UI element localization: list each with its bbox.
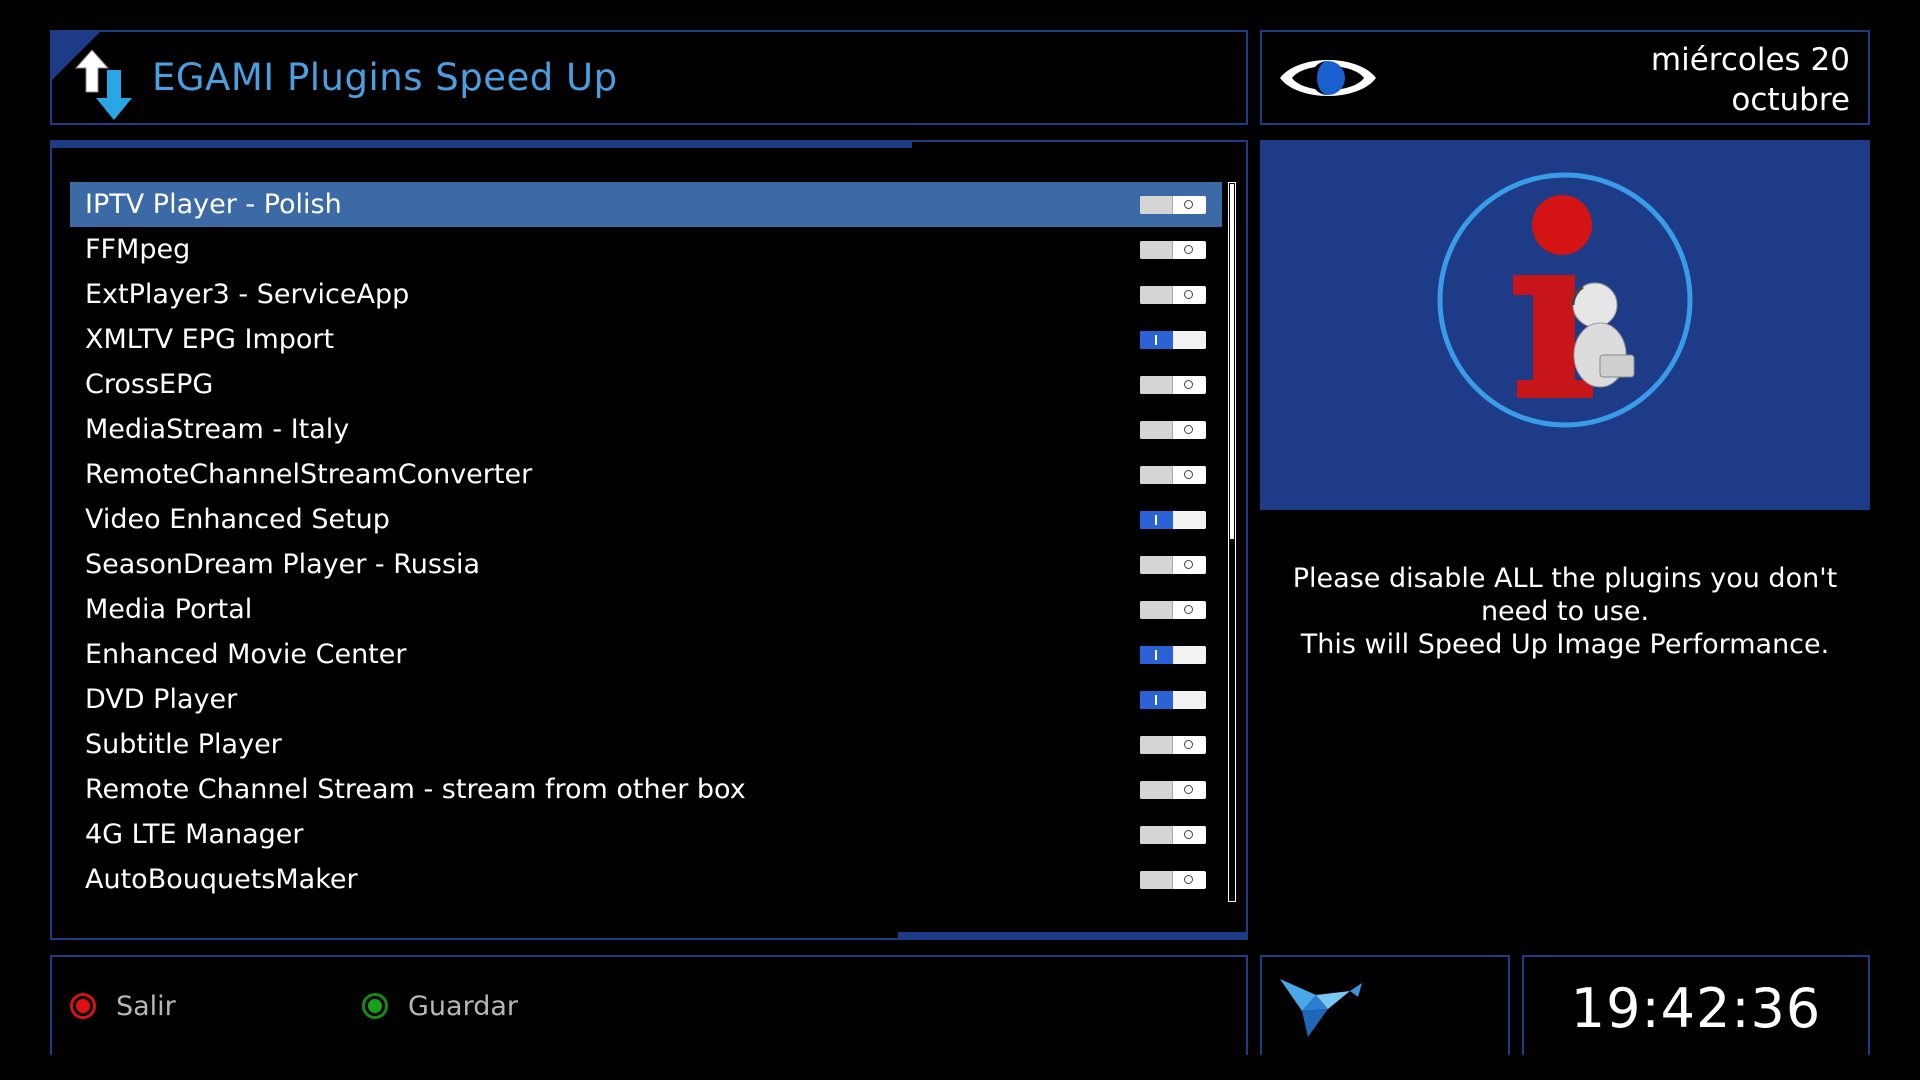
scrollbar-thumb[interactable] — [1230, 184, 1234, 539]
plugin-row[interactable]: Video Enhanced Setup — [70, 497, 1222, 542]
plugin-name: Video Enhanced Setup — [85, 504, 390, 535]
plugin-name: Media Portal — [85, 594, 253, 625]
plugin-name: SeasonDream Player - Russia — [85, 549, 481, 580]
info-description: Please disable ALL the plugins you don't… — [1262, 562, 1868, 661]
clock-display: 19:42:36 — [1570, 977, 1822, 1040]
plugin-name: IPTV Player - Polish — [85, 189, 342, 220]
plugin-name: FFMpeg — [85, 234, 191, 265]
plugin-name: 4G LTE Manager — [85, 819, 304, 850]
plugin-name: MediaStream - Italy — [85, 414, 350, 445]
plugin-row[interactable]: Enhanced Movie Center — [70, 632, 1222, 677]
plugin-row[interactable]: MediaStream - Italy — [70, 407, 1222, 452]
plugin-row[interactable]: Subtitle Player — [70, 722, 1222, 767]
exit-button[interactable]: Salir — [70, 983, 176, 1029]
plugin-row[interactable]: CrossEPG — [70, 362, 1222, 407]
plugin-row[interactable]: FFMpeg — [70, 227, 1222, 272]
date-display: miércoles 20 octubre — [1651, 40, 1850, 120]
plugin-row[interactable]: Media Portal — [70, 587, 1222, 632]
plugin-name: DVD Player — [85, 684, 238, 715]
plugin-name: Subtitle Player — [85, 729, 282, 760]
up-down-arrows-icon — [74, 50, 132, 120]
plugin-row[interactable]: DVD Player — [70, 677, 1222, 722]
toggle-off-switch[interactable] — [1140, 871, 1206, 889]
toggle-off-switch[interactable] — [1140, 376, 1206, 394]
clock-panel: 19:42:36 — [1522, 955, 1870, 1055]
page-title: EGAMI Plugins Speed Up — [152, 56, 618, 99]
date-month: octubre — [1731, 82, 1850, 118]
eye-logo-icon — [1280, 60, 1376, 96]
toggle-off-switch[interactable] — [1140, 241, 1206, 259]
plugin-name: ExtPlayer3 - ServiceApp — [85, 279, 410, 310]
plugin-row[interactable]: 4G LTE Manager — [70, 812, 1222, 857]
plugin-row[interactable]: XMLTV EPG Import — [70, 317, 1222, 362]
plugin-row[interactable]: ExtPlayer3 - ServiceApp — [70, 272, 1222, 317]
date-panel: miércoles 20 octubre — [1260, 30, 1870, 125]
info-line-2: This will Speed Up Image Performance. — [1300, 629, 1830, 660]
exit-label: Salir — [116, 990, 176, 1022]
toggle-off-switch[interactable] — [1140, 196, 1206, 214]
plugin-row[interactable]: SeasonDream Player - Russia — [70, 542, 1222, 587]
green-button-icon — [362, 993, 388, 1019]
plugin-row[interactable]: IPTV Player - Polish — [70, 182, 1222, 227]
plugin-name: AutoBouquetsMaker — [85, 864, 358, 895]
plugin-name: CrossEPG — [85, 369, 214, 400]
toggle-off-switch[interactable] — [1140, 826, 1206, 844]
info-line-1: Please disable ALL the plugins you don't… — [1292, 563, 1838, 627]
plugin-row[interactable]: RemoteChannelStreamConverter — [70, 452, 1222, 497]
info-graphic-panel — [1260, 140, 1870, 510]
logo-panel — [1260, 955, 1510, 1055]
toggle-on-switch[interactable] — [1140, 691, 1206, 709]
toggle-on-switch[interactable] — [1140, 646, 1206, 664]
toggle-off-switch[interactable] — [1140, 466, 1206, 484]
plugin-row[interactable]: Remote Channel Stream - stream from othe… — [70, 767, 1222, 812]
plugin-row[interactable]: AutoBouquetsMaker — [70, 857, 1222, 902]
toggle-off-switch[interactable] — [1140, 556, 1206, 574]
toggle-off-switch[interactable] — [1140, 781, 1206, 799]
toggle-off-switch[interactable] — [1140, 736, 1206, 754]
plugin-name: XMLTV EPG Import — [85, 324, 335, 355]
save-button[interactable]: Guardar — [362, 983, 518, 1029]
date-weekday: miércoles 20 — [1650, 42, 1850, 78]
bird-logo-icon — [1280, 979, 1362, 1037]
plugin-name: Enhanced Movie Center — [85, 639, 407, 670]
plugin-name: RemoteChannelStreamConverter — [85, 459, 533, 490]
toggle-on-switch[interactable] — [1140, 511, 1206, 529]
plugin-list-panel: IPTV Player - Polish FFMpeg ExtPlayer3 - S… — [50, 140, 1248, 940]
list-scrollbar[interactable] — [1228, 182, 1236, 902]
toggle-off-switch[interactable] — [1140, 421, 1206, 439]
toggle-on-switch[interactable] — [1140, 331, 1206, 349]
list-top-accent — [50, 140, 912, 148]
header-panel: EGAMI Plugins Speed Up — [50, 30, 1248, 125]
red-button-icon — [70, 993, 96, 1019]
plugin-list[interactable]: IPTV Player - Polish FFMpeg ExtPlayer3 - S… — [70, 182, 1222, 902]
list-bottom-accent — [898, 932, 1248, 940]
footer-panel: Salir Guardar — [50, 955, 1248, 1055]
toggle-off-switch[interactable] — [1140, 286, 1206, 304]
info-icon — [1437, 172, 1693, 428]
plugin-name: Remote Channel Stream - stream from othe… — [85, 774, 746, 805]
toggle-off-switch[interactable] — [1140, 601, 1206, 619]
save-label: Guardar — [408, 990, 518, 1022]
